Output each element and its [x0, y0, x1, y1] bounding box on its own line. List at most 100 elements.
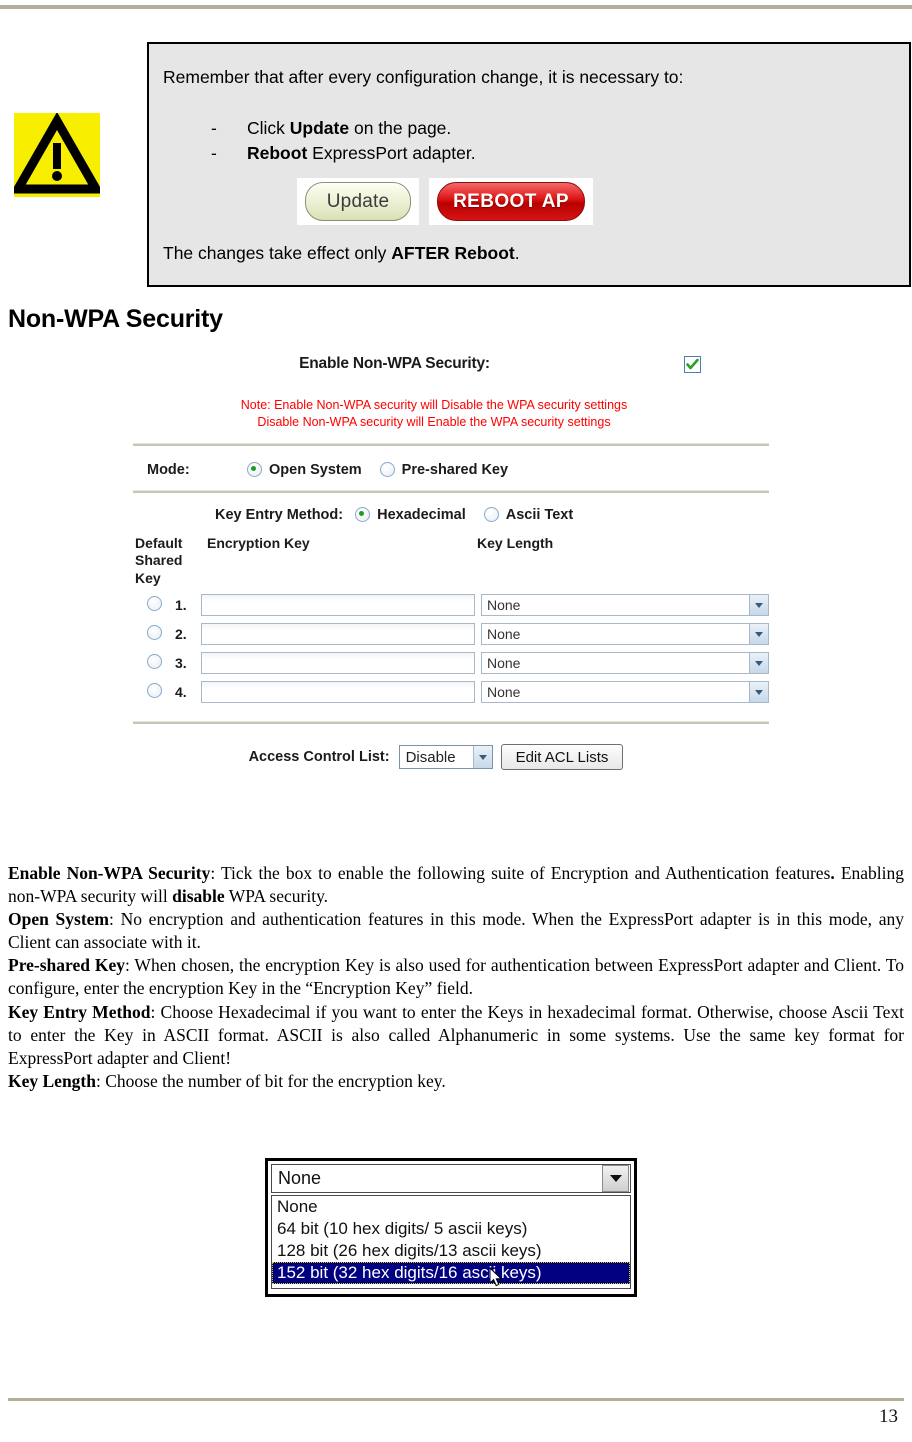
- key-length-value-3: None: [487, 655, 521, 672]
- note-line-1: Note: Enable Non-WPA security will Disab…: [240, 398, 628, 412]
- step-pre-text: Click: [247, 117, 290, 138]
- dropdown-option-list: None 64 bit (10 hex digits/ 5 ascii keys…: [271, 1195, 631, 1289]
- key-length-dropdown-figure: None None 64 bit (10 hex digits/ 5 ascii…: [265, 1158, 637, 1297]
- encryption-key-table: Default Shared Key Encryption Key Key Leng…: [127, 535, 775, 704]
- key-entry-method-label: Key Entry Method:: [215, 506, 344, 523]
- mode-row: Mode: Open System Pre-shared Key: [127, 446, 775, 478]
- callout-step-update: - Click Update on the page.: [163, 116, 909, 141]
- term-key-entry-method: Key Entry Method: [8, 1001, 151, 1022]
- chevron-down-icon[interactable]: [749, 682, 768, 703]
- page-number: 13: [879, 1406, 898, 1427]
- encryption-key-input-3[interactable]: [201, 652, 475, 675]
- default-shared-key-radio-2[interactable]: [146, 625, 162, 641]
- footer-bold-text: AFTER Reboot: [391, 243, 515, 264]
- reminder-callout: Remember that after every configuration …: [147, 42, 911, 287]
- key-entry-label-ascii-text: Ascii Text: [505, 506, 574, 523]
- chevron-down-icon[interactable]: [749, 595, 768, 616]
- key-length-value-1: None: [487, 597, 521, 614]
- table-row: 4. None: [133, 681, 775, 704]
- paragraph-enable-non-wpa-security: Enable Non-WPA Security: Tick the box to…: [8, 862, 904, 908]
- mode-option-label-pre-shared-key: Pre-shared Key: [401, 461, 509, 478]
- mode-radio-pre-shared-key[interactable]: [379, 462, 395, 478]
- row-number-4: 4.: [175, 684, 187, 701]
- key-length-select-1[interactable]: None: [481, 594, 769, 617]
- key-entry-method-row: Key Entry Method: Hexadecimal Ascii Text: [127, 493, 775, 523]
- mode-radio-open-system[interactable]: [247, 462, 262, 478]
- chevron-down-icon[interactable]: [602, 1165, 629, 1192]
- warning-triangle-icon: [14, 113, 100, 197]
- table-header-row: Default Shared Key Encryption Key Key Leng…: [133, 535, 775, 588]
- default-key-radio-cell: [133, 625, 175, 643]
- table-row: 1. None: [133, 594, 775, 617]
- encryption-key-input-1[interactable]: [201, 594, 475, 617]
- update-button[interactable]: Update: [305, 182, 411, 222]
- enable-security-row: Enable Non-WPA Security:: [127, 345, 775, 373]
- row-number-1: 1.: [175, 597, 187, 614]
- callout-steps-list: - Click Update on the page. - Reboot Expre…: [149, 116, 909, 167]
- key-length-select-2[interactable]: None: [481, 623, 769, 646]
- default-key-radio-cell: [133, 654, 175, 672]
- step-dash: -: [211, 117, 217, 138]
- chevron-down-icon[interactable]: [749, 624, 768, 645]
- page-title: Non-WPA Security: [8, 305, 223, 333]
- enable-security-label: Enable Non-WPA Security:: [299, 355, 490, 372]
- mode-option-label-open-system: Open System: [269, 461, 362, 478]
- security-note: Note: Enable Non-WPA security will Disab…: [127, 397, 775, 431]
- footer-pre-text: The changes take effect only: [163, 243, 392, 264]
- dropdown-option-64-bit[interactable]: 64 bit (10 hex digits/ 5 ascii keys): [272, 1218, 630, 1240]
- access-control-list-select[interactable]: Disable: [398, 745, 493, 770]
- chevron-down-icon[interactable]: [472, 746, 492, 769]
- dropdown-option-none[interactable]: None: [272, 1196, 630, 1218]
- p2-text: : No encryption and authentication featu…: [8, 909, 904, 953]
- row-number-2: 2.: [175, 626, 187, 643]
- table-row: 3. None: [133, 652, 775, 675]
- step-post-text: on the page.: [349, 117, 452, 138]
- key-length-value-2: None: [487, 626, 521, 643]
- key-entry-radio-hexadecimal[interactable]: [355, 507, 371, 523]
- step-bold-text: Update: [289, 117, 350, 138]
- encryption-key-input-2[interactable]: [201, 623, 475, 646]
- mode-label: Mode:: [147, 461, 190, 478]
- callout-intro-text: Remember that after every configuration …: [163, 67, 684, 87]
- callout-button-row: Update REBOOT AP: [149, 178, 909, 226]
- note-line-2: Disable Non-WPA security will Enable the…: [257, 414, 611, 429]
- callout-footer-text: The changes take effect only AFTER Reboo…: [149, 243, 909, 264]
- chevron-down-icon[interactable]: [749, 653, 768, 674]
- term-enable-non-wpa-security: Enable Non-WPA Security: [8, 863, 211, 883]
- column-header-default-shared-key: Default Shared Key: [135, 534, 183, 586]
- default-key-radio-cell: [133, 596, 175, 614]
- page-header-rule: [0, 5, 912, 9]
- key-entry-label-hexadecimal: Hexadecimal: [377, 506, 466, 523]
- reboot-button-frame: REBOOT AP: [429, 178, 593, 226]
- row-number-3: 3.: [175, 655, 187, 672]
- table-row: 2. None: [133, 623, 775, 646]
- step-dash: -: [211, 143, 217, 163]
- default-shared-key-radio-4[interactable]: [146, 683, 162, 699]
- dropdown-option-128-bit[interactable]: 128 bit (26 hex digits/13 ascii keys): [272, 1240, 630, 1262]
- key-length-select-3[interactable]: None: [481, 652, 769, 675]
- p1-bold3: disable: [172, 886, 225, 907]
- default-shared-key-radio-3[interactable]: [146, 654, 162, 670]
- paragraph-pre-shared-key: Pre-shared Key: When chosen, the encrypt…: [8, 954, 904, 1000]
- key-length-select-4[interactable]: None: [481, 681, 769, 704]
- column-header-key-length: Key Length: [477, 534, 554, 551]
- update-button-frame: Update: [297, 178, 419, 226]
- footer-post-text: .: [514, 243, 520, 264]
- reboot-ap-button[interactable]: REBOOT AP: [437, 182, 585, 222]
- column-header-encryption-key: Encryption Key: [207, 534, 310, 551]
- access-control-list-row: Access Control List: Disable Edit ACL Li…: [127, 724, 775, 771]
- dropdown-option-152-bit[interactable]: 152 bit (32 hex digits/16 ascii keys): [272, 1262, 630, 1284]
- p1-text3: WPA security.: [224, 886, 329, 907]
- key-length-value-4: None: [487, 684, 521, 701]
- dropdown-selected-value: None: [278, 1168, 322, 1188]
- term-key-length: Key Length: [8, 1070, 96, 1091]
- step-post-text: ExpressPort adapter.: [307, 143, 476, 163]
- dropdown-closed-field[interactable]: None: [271, 1164, 631, 1193]
- check-icon: [686, 358, 699, 369]
- edit-acl-lists-button[interactable]: Edit ACL Lists: [500, 744, 624, 771]
- key-entry-radio-ascii-text[interactable]: [483, 507, 499, 523]
- enable-security-checkbox[interactable]: [684, 355, 701, 373]
- p3-text: : When chosen, the encryption Key is als…: [8, 955, 904, 999]
- default-shared-key-radio-1[interactable]: [146, 596, 162, 612]
- encryption-key-input-4[interactable]: [201, 681, 475, 704]
